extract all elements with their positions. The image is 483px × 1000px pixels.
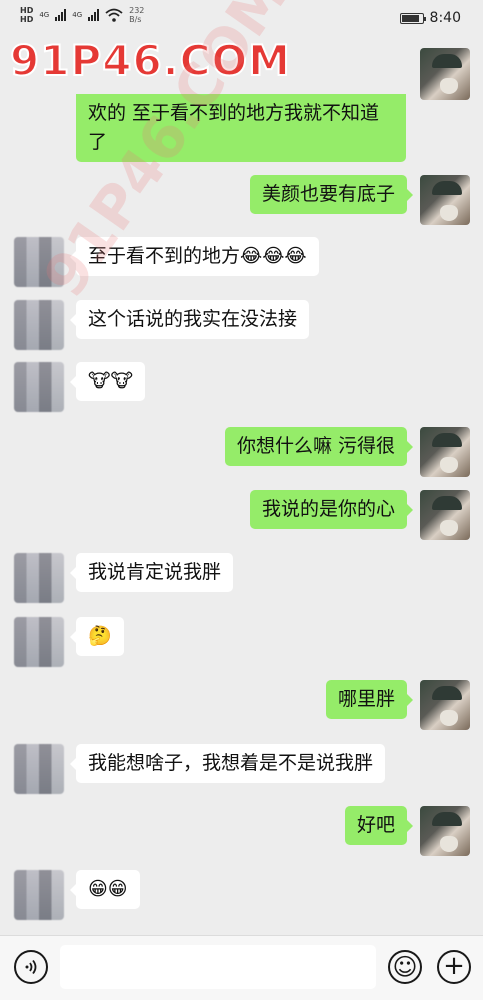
chat-input-bar: ☺ +: [0, 935, 483, 1000]
message-bubble-received[interactable]: 🐮🐮: [70, 362, 145, 401]
message-bubble-received[interactable]: 这个话说的我实在没法接: [69, 300, 310, 339]
message-bubble-received[interactable]: 我说肯定说我胖: [69, 553, 234, 592]
signal-icon-2: [88, 9, 100, 21]
status-bar: HD HD 4G 4G 232 B/s 8:40: [0, 0, 483, 36]
plus-icon: +: [443, 951, 465, 981]
message-bubble-sent[interactable]: 好吧: [344, 806, 414, 845]
contact-avatar[interactable]: [14, 300, 64, 350]
voice-toggle-button[interactable]: [14, 950, 48, 984]
contact-avatar[interactable]: [14, 744, 64, 794]
voice-icon: [25, 959, 37, 975]
my-avatar[interactable]: [420, 806, 470, 856]
message-bubble-received[interactable]: 我能想啥子，我想着是不是说我胖: [69, 744, 386, 783]
my-avatar[interactable]: [420, 427, 470, 477]
status-time: 8:40: [429, 10, 461, 26]
my-avatar[interactable]: [420, 48, 470, 100]
message-bubble-sent[interactable]: 我说的是你的心: [249, 490, 414, 529]
my-avatar[interactable]: [420, 490, 470, 540]
contact-avatar[interactable]: [14, 237, 64, 287]
hd-indicator-1: HD: [20, 6, 34, 15]
message-bubble-received[interactable]: 至于看不到的地方😂😂😂: [70, 237, 319, 276]
contact-avatar[interactable]: [14, 617, 64, 667]
message-bubble-sent[interactable]: 欢的 至于看不到的地方我就不知道了: [76, 94, 406, 162]
battery-icon: [399, 12, 426, 24]
network-type-1: 4G: [39, 11, 50, 19]
message-bubble-received[interactable]: 😁😁: [70, 870, 140, 909]
my-avatar[interactable]: [420, 680, 470, 730]
watermark-logo: 91P46.COM: [9, 35, 291, 86]
network-type-2: 4G: [72, 11, 83, 19]
emoji-icon: ☺: [392, 953, 418, 981]
emoji-button[interactable]: ☺: [388, 950, 422, 984]
my-avatar[interactable]: [420, 175, 470, 225]
network-speed-value: 232: [129, 6, 145, 15]
contact-avatar[interactable]: [14, 362, 64, 412]
contact-avatar[interactable]: [14, 553, 64, 603]
message-input[interactable]: [60, 945, 376, 989]
message-bubble-sent[interactable]: 哪里胖: [325, 680, 414, 719]
contact-avatar[interactable]: [14, 870, 64, 920]
more-functions-button[interactable]: +: [437, 950, 471, 984]
message-bubble-received[interactable]: 🤔: [70, 617, 124, 656]
network-speed-unit: B/s: [129, 15, 142, 24]
wifi-icon: [105, 8, 123, 22]
message-bubble-sent[interactable]: 你想什么嘛 污得很: [224, 427, 414, 466]
hd-indicator-2: HD: [20, 15, 34, 24]
signal-icon: [55, 9, 67, 21]
message-bubble-sent[interactable]: 美颜也要有底子: [249, 175, 414, 214]
